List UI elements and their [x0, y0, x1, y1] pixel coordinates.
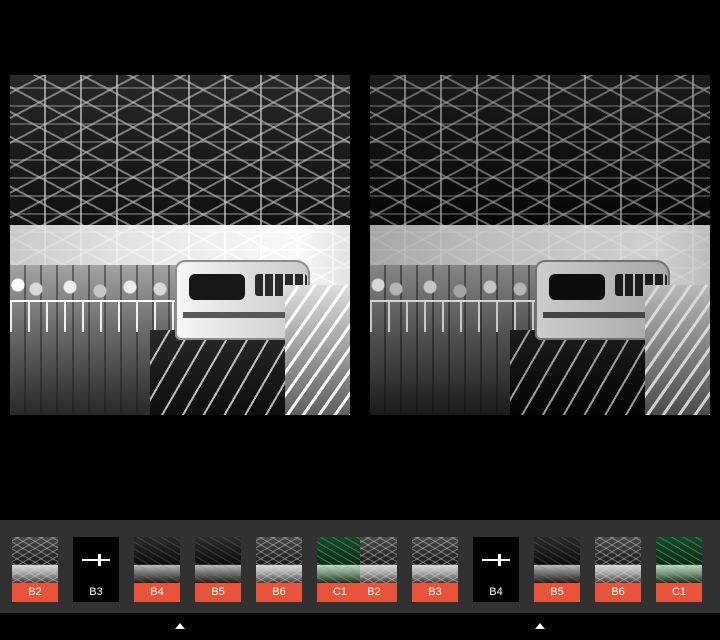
platform-railing [10, 300, 185, 332]
filter-label: B5 [534, 583, 580, 602]
filter-thumbnail[interactable]: B5 [534, 537, 580, 602]
filter-thumbnail[interactable]: B6 [595, 537, 641, 602]
filter-thumbnail[interactable]: B4 [134, 537, 180, 602]
filter-preview [360, 537, 397, 583]
adjust-slider-icon[interactable] [482, 554, 510, 566]
filter-preview [12, 537, 58, 583]
filter-label: B6 [595, 583, 641, 602]
train-station-photo [10, 75, 350, 415]
filter-label: C1 [656, 583, 702, 602]
train-front-window [549, 274, 605, 300]
filter-thumbnail-selected[interactable]: B4 [473, 537, 519, 602]
filter-preview [256, 537, 302, 583]
filter-preview [656, 537, 702, 583]
platform-railing [370, 300, 545, 332]
filter-preview [317, 537, 360, 583]
filter-thumbnail[interactable]: C1 [656, 537, 702, 602]
filter-label: B4 [473, 583, 519, 602]
left-panel: B2 B3 B4 B5 B6 C1 [0, 0, 360, 640]
filter-thumbnail-selected[interactable]: B3 [73, 537, 119, 602]
triangle-up-icon [175, 623, 185, 629]
filter-thumbnail[interactable]: C1 [317, 537, 360, 602]
filter-label: B4 [134, 583, 180, 602]
adjust-slider-icon[interactable] [82, 554, 110, 566]
filter-label: B5 [195, 583, 241, 602]
right-railing [645, 285, 710, 415]
filter-label: B3 [412, 583, 458, 602]
train-front-window [189, 274, 245, 300]
filter-strip[interactable]: B2 B3 B4 B5 B6 C1 [0, 520, 360, 613]
filter-thumbnail[interactable]: B2 [360, 537, 397, 602]
filter-preview [412, 537, 458, 583]
filter-thumbnail[interactable]: B5 [195, 537, 241, 602]
filter-label: B3 [73, 583, 119, 602]
filter-preview [134, 537, 180, 583]
filter-label: B6 [256, 583, 302, 602]
filter-preview [195, 537, 241, 583]
right-panel: B2 B3 B4 B5 B6 C1 [360, 0, 720, 640]
filter-preview [534, 537, 580, 583]
triangle-up-icon [535, 623, 545, 629]
filter-thumbnail[interactable]: B2 [12, 537, 58, 602]
filter-label: C1 [317, 583, 360, 602]
filter-thumbnail[interactable]: B3 [412, 537, 458, 602]
right-railing [285, 285, 350, 415]
filter-thumbnail[interactable]: B6 [256, 537, 302, 602]
filter-label: B2 [360, 583, 397, 602]
filter-label: B2 [12, 583, 58, 602]
train-station-photo [370, 75, 710, 415]
filter-preview [595, 537, 641, 583]
filter-strip[interactable]: B2 B3 B4 B5 B6 C1 [360, 520, 720, 613]
